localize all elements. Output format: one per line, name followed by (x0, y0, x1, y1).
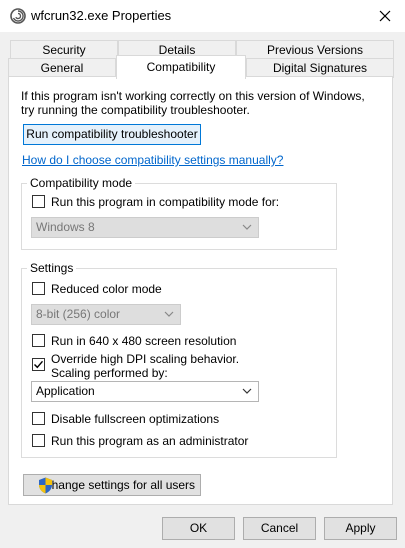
cancel-button[interactable]: Cancel (243, 517, 316, 540)
dpi-override-checkbox[interactable] (32, 358, 45, 371)
window-title: wfcrun32.exe Properties (31, 8, 172, 23)
intro-line-2: try running the compatibility troublesho… (21, 103, 250, 117)
chevron-down-icon (242, 224, 252, 230)
apply-button[interactable]: Apply (324, 517, 397, 540)
resolution-640-label: Run in 640 x 480 screen resolution (51, 334, 237, 348)
close-button[interactable] (365, 0, 405, 32)
change-settings-all-users-button[interactable]: Change settings for all users (23, 474, 201, 496)
fullscreen-opt-label: Disable fullscreen optimizations (51, 412, 220, 426)
tab-digital-signatures[interactable]: Digital Signatures (246, 58, 394, 78)
tab-security[interactable]: Security (10, 40, 118, 60)
compatibility-panel: If this program isn't working correctly … (8, 76, 393, 505)
uac-shield-icon (39, 477, 52, 494)
compatibility-mode-label: Compatibility mode (27, 176, 136, 190)
tab-general[interactable]: General (8, 58, 116, 78)
settings-label: Settings (27, 261, 77, 275)
reduced-color-checkbox[interactable] (32, 282, 45, 295)
resolution-640-checkbox[interactable] (32, 334, 45, 347)
chevron-down-icon (164, 311, 174, 317)
dpi-scaling-select-value: Application (36, 384, 95, 398)
run-as-admin-label: Run this program as an administrator (51, 434, 249, 448)
run-as-admin-checkbox[interactable] (32, 434, 45, 447)
tab-previous-versions[interactable]: Previous Versions (236, 40, 394, 60)
color-mode-select-value: 8-bit (256) color (36, 307, 121, 321)
dpi-override-label-2: Scaling performed by: (51, 366, 168, 380)
color-mode-select[interactable]: 8-bit (256) color (31, 304, 181, 325)
title-bar: wfcrun32.exe Properties (0, 0, 405, 32)
ok-button[interactable]: OK (162, 517, 235, 540)
dpi-override-label-1: Override high DPI scaling behavior. (51, 352, 240, 366)
compat-mode-checkbox-label: Run this program in compatibility mode f… (51, 195, 280, 209)
help-link[interactable]: How do I choose compatibility settings m… (22, 153, 283, 167)
reduced-color-label: Reduced color mode (51, 282, 162, 296)
compat-mode-select-value: Windows 8 (36, 220, 95, 234)
compat-mode-checkbox[interactable] (32, 195, 45, 208)
intro-line-1: If this program isn't working correctly … (21, 89, 365, 103)
fullscreen-opt-checkbox[interactable] (32, 412, 45, 425)
app-spiral-icon (9, 7, 27, 25)
change-settings-all-users-label: Change settings for all users (42, 478, 196, 492)
dpi-scaling-select[interactable]: Application (31, 381, 259, 402)
close-icon (379, 10, 391, 22)
tab-compatibility[interactable]: Compatibility (116, 55, 246, 79)
run-troubleshooter-button[interactable]: Run compatibility troubleshooter (23, 124, 201, 145)
chevron-down-icon (242, 388, 252, 394)
compat-mode-select[interactable]: Windows 8 (31, 217, 259, 238)
checkmark-icon (34, 360, 44, 369)
